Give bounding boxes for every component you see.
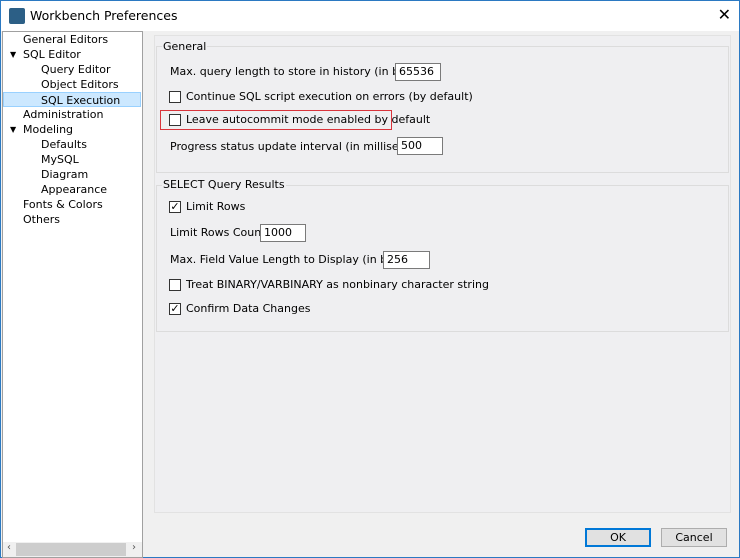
sidebar-item-object-editors[interactable]: Object Editors xyxy=(3,77,141,92)
scroll-right-icon[interactable]: › xyxy=(132,542,136,553)
label: Diagram xyxy=(41,168,89,181)
preferences-window: Workbench Preferences ✕ General Editors … xyxy=(0,0,740,558)
expand-arrow-icon[interactable]: ▼ xyxy=(10,47,16,62)
close-icon[interactable]: ✕ xyxy=(718,5,731,24)
continue-on-errors-label: Continue SQL script execution on errors … xyxy=(186,90,473,103)
treat-binary-label: Treat BINARY/VARBINARY as nonbinary char… xyxy=(186,278,489,291)
sidebar-item-mysql[interactable]: MySQL xyxy=(3,152,141,167)
sidebar-item-fonts-colors[interactable]: Fonts & Colors xyxy=(3,197,141,212)
confirm-data-changes-checkbox[interactable]: ✓ xyxy=(169,303,181,315)
window-title: Workbench Preferences xyxy=(30,8,178,23)
max-query-label: Max. query length to store in history (i… xyxy=(170,65,431,78)
sidebar-item-diagram[interactable]: Diagram xyxy=(3,167,141,182)
sidebar-item-administration[interactable]: Administration xyxy=(3,107,141,122)
expand-arrow-icon[interactable]: ▼ xyxy=(10,122,16,137)
label: General Editors xyxy=(23,33,109,46)
max-field-length-label: Max. Field Value Length to Display (in b… xyxy=(170,253,419,266)
ok-button[interactable]: OK xyxy=(585,528,651,547)
label: Object Editors xyxy=(41,78,119,91)
label: Others xyxy=(23,213,60,226)
label: SQL Execution xyxy=(41,94,121,107)
horizontal-scrollbar[interactable]: ‹ › xyxy=(3,542,142,557)
scrollbar-thumb[interactable] xyxy=(16,543,126,556)
limit-rows-count-label: Limit Rows Count: xyxy=(170,226,270,239)
sidebar-item-others[interactable]: Others xyxy=(3,212,141,227)
sidebar-item-query-editor[interactable]: Query Editor xyxy=(3,62,141,77)
label: Administration xyxy=(23,108,104,121)
sidebar-item-defaults[interactable]: Defaults xyxy=(3,137,141,152)
limit-rows-label: Limit Rows xyxy=(186,200,246,213)
cancel-button[interactable]: Cancel xyxy=(661,528,727,547)
label: Modeling xyxy=(23,123,74,136)
progress-interval-input[interactable]: 500 xyxy=(397,137,443,155)
continue-on-errors-checkbox[interactable] xyxy=(169,91,181,103)
label: MySQL xyxy=(41,153,79,166)
autocommit-checkbox[interactable] xyxy=(169,114,181,126)
confirm-data-changes-label: Confirm Data Changes xyxy=(186,302,311,315)
label: Fonts & Colors xyxy=(23,198,103,211)
autocommit-label: Leave autocommit mode enabled by default xyxy=(186,113,431,126)
title-bar: Workbench Preferences ✕ xyxy=(1,1,739,31)
label: Query Editor xyxy=(41,63,111,76)
scroll-left-icon[interactable]: ‹ xyxy=(7,542,11,553)
sidebar-item-general-editors[interactable]: General Editors xyxy=(3,32,141,47)
sidebar-item-sql-execution[interactable]: SQL Execution xyxy=(3,92,141,107)
sidebar-tree: General Editors ▼ SQL Editor Query Editor… xyxy=(2,31,143,558)
general-group-title: General xyxy=(162,40,208,53)
label: Defaults xyxy=(41,138,87,151)
sidebar-item-sql-editor[interactable]: ▼ SQL Editor xyxy=(3,47,141,62)
workbench-logo-icon xyxy=(9,8,25,24)
sidebar-item-appearance[interactable]: Appearance xyxy=(3,182,141,197)
treat-binary-checkbox[interactable] xyxy=(169,279,181,291)
sidebar-item-modeling[interactable]: ▼ Modeling xyxy=(3,122,141,137)
select-results-group-title: SELECT Query Results xyxy=(162,178,286,191)
label: Appearance xyxy=(41,183,108,196)
max-query-input[interactable]: 65536 xyxy=(395,63,441,81)
limit-rows-checkbox[interactable]: ✓ xyxy=(169,201,181,213)
label: SQL Editor xyxy=(23,48,81,61)
max-field-length-input[interactable]: 256 xyxy=(383,251,430,269)
limit-rows-count-input[interactable]: 1000 xyxy=(260,224,306,242)
